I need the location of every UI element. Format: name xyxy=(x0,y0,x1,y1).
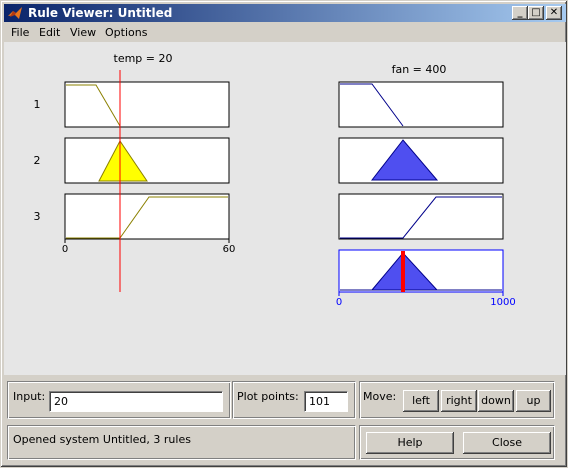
rule-label-3: 3 xyxy=(34,210,41,223)
rule3-output-plot xyxy=(338,193,504,240)
output-axis-min: 0 xyxy=(336,297,342,308)
rule1-output-plot xyxy=(338,81,504,128)
status-message: Opened system Untitled, 3 rules xyxy=(13,433,191,446)
menu-file[interactable]: File xyxy=(11,26,29,39)
maximize-button[interactable]: □ xyxy=(528,6,544,20)
move-up-button[interactable]: up xyxy=(516,390,551,412)
move-panel: Move: left right down up xyxy=(359,381,555,419)
minimize-button[interactable]: _ xyxy=(512,6,528,20)
help-button[interactable]: Help xyxy=(366,432,454,454)
input-axis-min: 0 xyxy=(62,244,68,255)
rule2-input-plot[interactable] xyxy=(64,137,230,184)
move-left-button[interactable]: left xyxy=(403,390,439,412)
rule-plots: temp = 20 fan = 400 1 2 3 0 60 0 1000 xyxy=(34,52,516,308)
move-down-button[interactable]: down xyxy=(478,390,514,412)
rule-plot-area: temp = 20 fan = 400 1 2 3 0 60 0 1000 xyxy=(4,42,566,375)
rule1-input-plot[interactable] xyxy=(64,81,230,128)
output-variable-header: fan = 400 xyxy=(392,63,447,76)
output-axis-max: 1000 xyxy=(490,297,515,308)
plot-points-field[interactable] xyxy=(304,391,348,412)
close-window-button[interactable]: ✕ xyxy=(546,6,562,20)
input-variable-header: temp = 20 xyxy=(114,52,173,65)
title-bar[interactable]: Rule Viewer: Untitled _ □ ✕ xyxy=(4,4,566,22)
menu-bar: File Edit View Options xyxy=(4,23,566,42)
plot-points-label: Plot points: xyxy=(237,390,299,403)
input-panel: Input: xyxy=(7,381,231,419)
menu-view[interactable]: View xyxy=(70,26,96,39)
rule-label-1: 1 xyxy=(34,98,41,111)
rule-viewer-window: Rule Viewer: Untitled _ □ ✕ File Edit Vi… xyxy=(0,0,568,468)
action-panel: Help Close xyxy=(359,425,555,460)
menu-edit[interactable]: Edit xyxy=(39,26,60,39)
close-button[interactable]: Close xyxy=(463,432,551,454)
rule3-input-plot[interactable] xyxy=(64,193,230,240)
plot-points-panel: Plot points: xyxy=(232,381,356,419)
input-axis-max: 60 xyxy=(223,244,236,255)
move-label: Move: xyxy=(363,390,397,403)
move-right-button[interactable]: right xyxy=(441,390,477,412)
input-field[interactable] xyxy=(49,391,223,412)
rule-label-2: 2 xyxy=(34,154,41,167)
window-title: Rule Viewer: Untitled xyxy=(28,6,173,20)
input-label: Input: xyxy=(13,390,46,403)
menu-options[interactable]: Options xyxy=(105,26,147,39)
matlab-logo-icon xyxy=(7,5,23,21)
